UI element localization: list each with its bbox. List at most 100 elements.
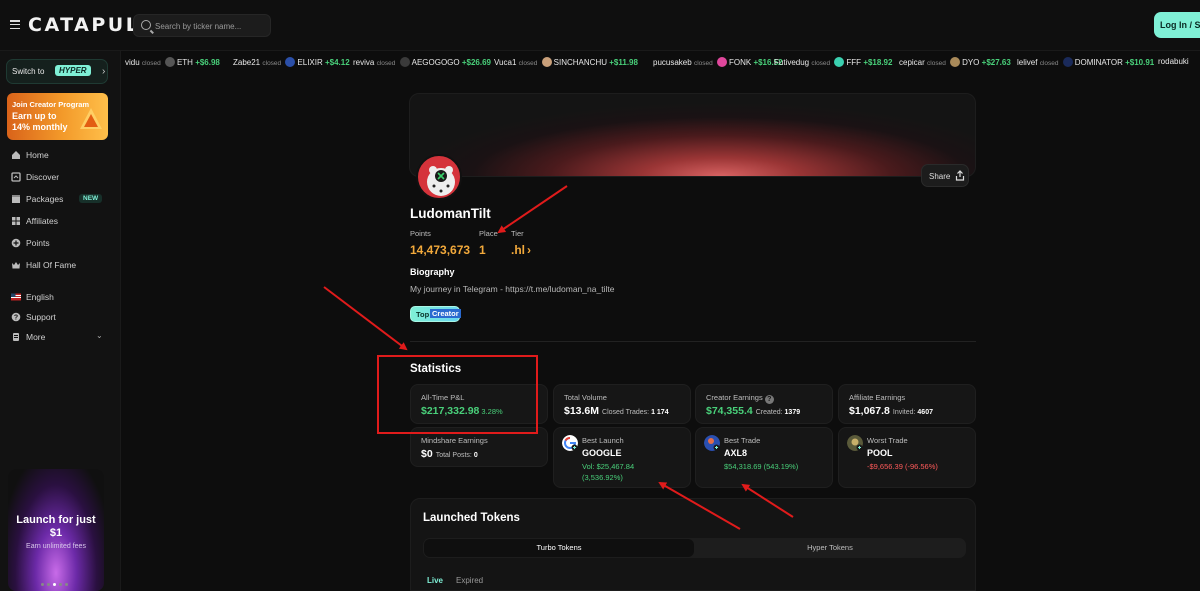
token-avatar [541, 57, 552, 67]
share-button[interactable]: Share [921, 164, 969, 187]
sidebar-item-label: Packages [26, 194, 64, 204]
best-trade-card[interactable]: Best Trade AXL8 $54,318.69 (543.19%) [695, 427, 833, 488]
best-launch-percent: (3,536.92%) [582, 473, 623, 482]
mindshare-value: $0 [421, 448, 433, 460]
search-bar[interactable] [133, 14, 271, 37]
ticker-item[interactable]: rodabuki [1158, 57, 1189, 66]
creator-earnings-label: Creator Earnings [706, 393, 763, 402]
top-header: CATAPULT Log In / Sign Up [0, 0, 1200, 51]
best-launch-label: Best Launch [582, 436, 624, 445]
launched-tokens-panel: Launched Tokens Turbo Tokens Hyper Token… [410, 498, 976, 591]
ticker-item[interactable]: Vuca1 closed SINCHANCHU +$11.98 [494, 57, 638, 67]
carousel-dots[interactable] [41, 583, 68, 586]
ticker-status: closed [262, 60, 282, 67]
carousel-dot[interactable] [41, 583, 44, 586]
carousel-dot[interactable] [65, 583, 68, 586]
new-badge: NEW [79, 194, 103, 203]
ticker-amount: +$18.92 [863, 58, 893, 67]
created-label: Created: [755, 409, 783, 416]
ticker-user: Vuca1 [494, 58, 517, 67]
tier-label: Tier [511, 229, 524, 238]
sidebar-item-hall-of-fame[interactable]: Hall Of Fame [0, 256, 121, 276]
worst-trade-label: Worst Trade [867, 436, 908, 445]
creator-banner-line3: 14% monthly [12, 122, 68, 132]
affiliates-icon [12, 217, 20, 225]
search-input[interactable] [155, 19, 267, 33]
promo-subtitle: Earn unlimited fees [26, 543, 86, 550]
rocket-icon [80, 108, 102, 129]
best-launch-card[interactable]: Best Launch GOOGLE Vol: $25,467.84 (3,53… [553, 427, 691, 488]
tier-value: .hl [511, 243, 525, 257]
best-trade-token: AXL8 [724, 448, 748, 458]
launch-promo-card[interactable]: Launch for just $1 Earn unlimited fees [8, 469, 104, 591]
menu-icon[interactable] [10, 20, 20, 29]
biography-title: Biography [410, 267, 455, 277]
switch-to-hyper-button[interactable]: Switch to HYPER › [6, 59, 108, 84]
ticker-amount: +$26.69 [461, 58, 491, 67]
chevron-right-icon: › [527, 243, 531, 257]
ticker-item[interactable]: cepicar closed DYO +$27.63 [899, 57, 1011, 67]
language-selector[interactable]: English [0, 288, 121, 308]
token-avatar [399, 57, 410, 67]
carousel-dot-active[interactable] [53, 583, 56, 586]
sidebar-item-label: Points [26, 238, 50, 248]
ticker-item[interactable]: pucusakeb closed FONK +$16.52 [653, 57, 783, 67]
annotation-arrow [323, 286, 408, 351]
avatar-image [427, 166, 455, 196]
filter-expired[interactable]: Expired [456, 576, 483, 585]
ticker-status: closed [518, 60, 538, 67]
ticker-item[interactable]: reviva closed AEGOGOGO +$26.69 [353, 57, 491, 67]
sidebar-item-label: Hall Of Fame [26, 260, 77, 270]
promo-title: Launch for just [16, 514, 96, 526]
carousel-dot[interactable] [47, 583, 50, 586]
affiliate-label: Affiliate Earnings [849, 393, 906, 402]
sidebar-item-packages[interactable]: Packages NEW [0, 190, 121, 210]
ticker-user: Zabe21 [233, 58, 261, 67]
sidebar-item-points[interactable]: Points [0, 234, 121, 254]
ticker-item[interactable]: Futivedug closed FFF +$18.92 [774, 57, 892, 67]
ticker-token: DYO [962, 58, 980, 67]
sidebar-item-support[interactable]: ? Support [0, 308, 121, 328]
worst-trade-card[interactable]: Worst Trade POOL -$9,656.39 (-96.56%) [838, 427, 976, 488]
profile-username: LudomanTilt [410, 206, 491, 221]
ticker-item[interactable]: lelivef closed DOMINATOR +$10.91 [1017, 57, 1154, 67]
posts-label: Total Posts: [435, 452, 472, 459]
creator-program-banner[interactable]: Join Creator Program Earn up to 14% mont… [7, 93, 108, 140]
tab-hyper-tokens[interactable]: Hyper Tokens [695, 539, 965, 557]
chevron-down-icon: ⌄ [96, 331, 103, 340]
profile-avatar [416, 154, 462, 200]
sidebar-item-home[interactable]: Home [0, 146, 121, 166]
sidebar-item-label: English [26, 292, 54, 302]
affiliate-value-row: $1,067.8 Invited: 4607 [849, 405, 933, 417]
token-avatar [950, 57, 961, 67]
ticker-user: pucusakeb [653, 58, 692, 67]
login-button[interactable]: Log In / Sign Up [1154, 12, 1200, 38]
filter-live[interactable]: Live [427, 576, 443, 585]
ticker-status: closed [1039, 60, 1059, 67]
ticker-item[interactable]: vidu closed ETH +$6.98 [125, 57, 220, 67]
sidebar-item-more[interactable]: More ⌄ [0, 328, 121, 348]
sidebar-item-affiliates[interactable]: Affiliates [0, 212, 121, 232]
ticker-user: lelivef [1017, 58, 1038, 67]
creator-value-row: $74,355.4 Created: 1379 [706, 405, 800, 417]
ticker-user: cepicar [899, 58, 925, 67]
share-icon [955, 170, 965, 181]
help-icon: ? [11, 312, 21, 322]
ticker-user: rodabuki [1158, 57, 1189, 66]
ticker-amount: +$11.98 [609, 58, 638, 67]
sidebar-item-discover[interactable]: Discover [0, 168, 121, 188]
creator-earnings-value: $74,355.4 [706, 405, 753, 417]
ticker-token: ELIXIR [297, 58, 323, 67]
mindshare-label: Mindshare Earnings [421, 436, 488, 445]
ticker-token: AEGOGOGO [411, 58, 460, 67]
affiliate-earnings-card: Affiliate Earnings $1,067.8 Invited: 4607 [838, 384, 976, 424]
tab-turbo-tokens[interactable]: Turbo Tokens [424, 539, 694, 557]
carousel-dot[interactable] [59, 583, 62, 586]
info-icon[interactable]: ? [764, 395, 774, 404]
worst-trade-token: POOL [867, 448, 893, 458]
volume-label: Total Volume [564, 393, 607, 402]
tier-link[interactable]: .hl › [511, 243, 531, 257]
mindshare-value-row: $0 Total Posts: 0 [421, 448, 478, 460]
ticker-amount: +$4.12 [324, 58, 350, 67]
ticker-item[interactable]: Zabe21 closed ELIXIR +$4.12 [233, 57, 350, 67]
